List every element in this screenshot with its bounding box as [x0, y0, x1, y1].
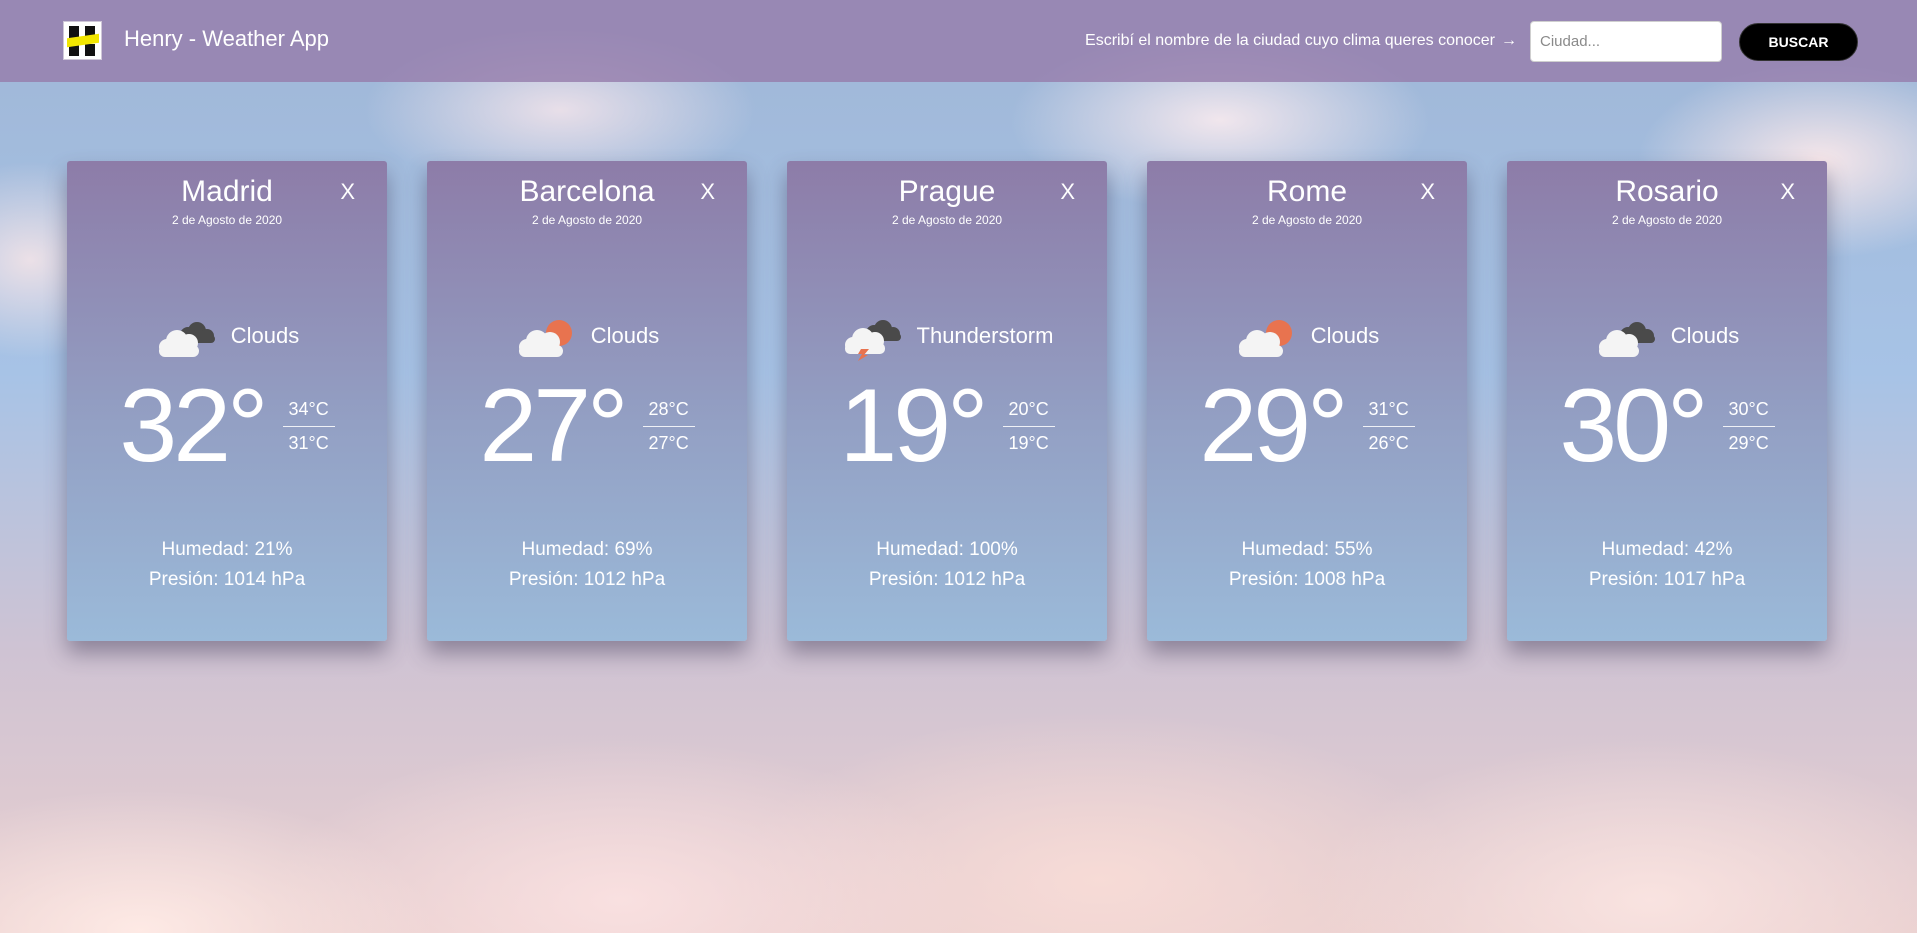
humidity-label: Humedad: 55% — [1241, 539, 1373, 560]
min-temperature: 26°C — [1368, 432, 1409, 453]
condition-label: Clouds — [1310, 323, 1380, 348]
current-temperature: 32° — [119, 368, 268, 484]
min-max-temperature: 20°C 19°C — [1002, 399, 1055, 454]
condition-label: Clouds — [590, 323, 660, 348]
search-hint: Escribí el nombre de la ciudad cuyo clim… — [1085, 32, 1517, 50]
humidity-label: Humedad: 69% — [521, 539, 653, 560]
card-date: 2 de Agosto de 2020 — [891, 213, 1003, 227]
min-max-temperature: 28°C 27°C — [642, 399, 695, 454]
search-hint-text: Escribí el nombre de la ciudad cuyo clim… — [1085, 32, 1495, 49]
close-card-button[interactable]: X — [1420, 179, 1435, 205]
pressure-label: Presión: 1012 hPa — [868, 569, 1026, 590]
city-card: Prague 2 de Agosto de 2020 X Thunderstor… — [787, 161, 1107, 641]
card-date: 2 de Agosto de 2020 — [1251, 213, 1363, 227]
navbar: Henry - Weather App Escribí el nombre de… — [0, 0, 1917, 82]
city-name: Madrid — [181, 175, 273, 208]
arrow-right-icon: → — [1501, 32, 1517, 49]
min-temperature: 19°C — [1008, 432, 1049, 453]
max-temperature: 20°C — [1002, 399, 1055, 427]
max-temperature: 28°C — [642, 399, 695, 427]
city-search-input[interactable] — [1530, 21, 1722, 62]
clouds-icon — [158, 322, 215, 357]
humidity-label: Humedad: 21% — [161, 539, 293, 560]
min-temperature: 29°C — [1728, 432, 1769, 453]
city-card: Madrid 2 de Agosto de 2020 X Clouds 32° … — [67, 161, 387, 641]
min-max-temperature: 31°C 26°C — [1362, 399, 1415, 454]
city-card: Barcelona 2 de Agosto de 2020 X Clouds 2… — [427, 161, 747, 641]
city-name: Prague — [898, 175, 996, 208]
min-max-temperature: 34°C 31°C — [282, 399, 335, 454]
pressure-label: Presión: 1014 hPa — [148, 569, 306, 590]
condition-label: Clouds — [230, 323, 300, 348]
min-temperature: 27°C — [648, 432, 689, 453]
pressure-label: Presión: 1017 hPa — [1588, 569, 1746, 590]
city-card: Rome 2 de Agosto de 2020 X Clouds 29° 31… — [1147, 161, 1467, 641]
condition-label: Clouds — [1670, 323, 1740, 348]
close-card-button[interactable]: X — [1060, 179, 1075, 205]
current-temperature: 27° — [479, 368, 628, 484]
current-temperature: 19° — [839, 368, 988, 484]
card-date: 2 de Agosto de 2020 — [1611, 213, 1723, 227]
city-card: Rosario 2 de Agosto de 2020 X Clouds 30°… — [1507, 161, 1827, 641]
pressure-label: Presión: 1008 hPa — [1228, 569, 1386, 590]
max-temperature: 30°C — [1722, 399, 1775, 427]
humidity-label: Humedad: 100% — [876, 539, 1018, 560]
city-name: Rome — [1266, 175, 1348, 208]
close-card-button[interactable]: X — [700, 179, 715, 205]
app-title: Henry - Weather App — [124, 26, 330, 51]
current-temperature: 30° — [1559, 368, 1708, 484]
thunderstorm-icon — [844, 320, 901, 361]
clouds-icon — [1598, 322, 1655, 357]
condition-label: Thunderstorm — [916, 323, 1054, 348]
sun-behind-cloud-icon — [1238, 320, 1292, 357]
city-name: Barcelona — [519, 175, 655, 208]
min-temperature: 31°C — [288, 432, 329, 453]
card-date: 2 de Agosto de 2020 — [531, 213, 643, 227]
humidity-label: Humedad: 42% — [1601, 539, 1733, 560]
current-temperature: 29° — [1199, 368, 1348, 484]
card-date: 2 de Agosto de 2020 — [171, 213, 283, 227]
search-button[interactable]: BUSCAR — [1739, 23, 1858, 61]
max-temperature: 34°C — [282, 399, 335, 427]
max-temperature: 31°C — [1362, 399, 1415, 427]
pressure-label: Presión: 1012 hPa — [508, 569, 666, 590]
sun-behind-cloud-icon — [518, 320, 572, 357]
henry-logo[interactable] — [63, 21, 102, 60]
close-card-button[interactable]: X — [1780, 179, 1795, 205]
city-name: Rosario — [1615, 175, 1719, 208]
min-max-temperature: 30°C 29°C — [1722, 399, 1775, 454]
close-card-button[interactable]: X — [340, 179, 355, 205]
